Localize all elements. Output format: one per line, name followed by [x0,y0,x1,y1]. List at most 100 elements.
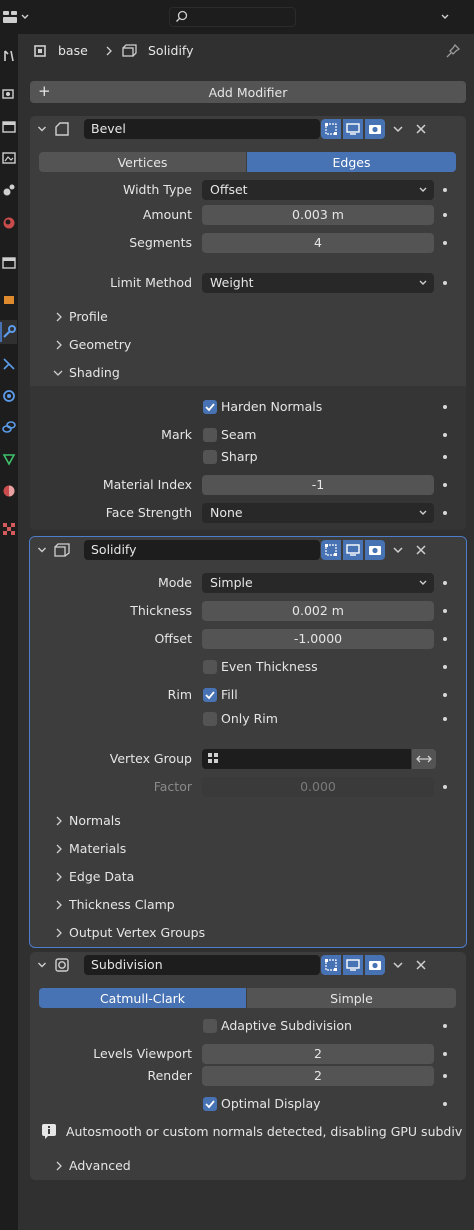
width-type-dropdown[interactable]: Offset [202,180,434,200]
expand-options-button[interactable] [440,10,454,24]
tab-render[interactable] [0,82,17,106]
keyframe-dot[interactable] [443,405,447,409]
keyframe-dot[interactable] [443,281,447,285]
keyframe-dot[interactable] [443,785,447,789]
levels-viewport-field[interactable]: 2 [202,1044,434,1064]
tab-constraints[interactable] [0,415,17,439]
subpanel-shading[interactable]: Shading [30,362,466,384]
collapse-chevron-icon[interactable] [37,124,47,134]
keyframe-dot[interactable] [443,455,447,459]
keyframe-dot[interactable] [443,581,447,585]
modifier-name-field[interactable]: Solidify [84,540,320,560]
keyframe-dot[interactable] [443,483,447,487]
offset-field[interactable]: -1.0000 [202,629,434,649]
keyframe-dot[interactable] [443,241,447,245]
tab-modifiers[interactable] [0,320,17,344]
sharp-checkbox[interactable] [203,450,217,464]
keyframe-dot[interactable] [443,188,447,192]
keyframe-dot[interactable] [443,1052,447,1056]
subpanel-geometry[interactable]: Geometry [30,334,466,356]
top-header [0,0,474,34]
modifier-name-field[interactable]: Bevel [84,119,320,139]
tab-texture[interactable] [0,517,17,541]
render-toggle[interactable] [365,119,385,139]
thickness-field[interactable]: 0.002 m [202,601,434,621]
viewport-display-toggle[interactable] [343,955,363,975]
limit-method-dropdown[interactable]: Weight [202,273,434,293]
tab-catmull-clark[interactable]: Catmull-Clark [39,988,246,1008]
seam-checkbox[interactable] [203,428,217,442]
keyframe-dot[interactable] [443,665,447,669]
factor-field[interactable]: 0.000 [202,777,434,797]
invert-vertex-group-button[interactable] [412,749,436,769]
close-icon[interactable] [415,123,427,135]
chevron-down-icon[interactable] [392,123,404,135]
collapse-chevron-icon[interactable] [37,545,47,555]
collapse-chevron-icon[interactable] [37,960,47,970]
keyframe-dot[interactable] [443,511,447,515]
tab-physics[interactable] [0,384,17,408]
subpanel-advanced[interactable]: Advanced [30,1155,466,1177]
chevron-down-icon[interactable] [392,959,404,971]
close-icon[interactable] [415,959,427,971]
tab-world[interactable] [0,211,17,235]
editor-type-selector[interactable] [2,7,32,27]
render-toggle[interactable] [365,540,385,560]
keyframe-dot[interactable] [443,609,447,613]
tab-simple[interactable]: Simple [247,988,456,1008]
amount-field[interactable]: 0.003 m [202,205,434,225]
close-icon[interactable] [415,544,427,556]
tab-scene[interactable] [0,178,17,202]
render-toggle[interactable] [365,955,385,975]
tab-collection[interactable] [0,251,17,275]
subpanel-normals[interactable]: Normals [30,810,466,832]
face-strength-dropdown[interactable]: None [202,503,434,523]
render-levels-field[interactable]: 2 [202,1066,434,1086]
adaptive-subdivision-checkbox[interactable] [203,1019,217,1033]
tab-vertices[interactable]: Vertices [39,152,246,172]
edit-mode-toggle[interactable] [321,955,341,975]
keyframe-dot[interactable] [443,717,447,721]
tab-output[interactable] [0,115,17,139]
subpanel-output-vertex-groups[interactable]: Output Vertex Groups [30,922,466,944]
even-thickness-checkbox[interactable] [203,660,217,674]
vertex-group-field[interactable] [202,749,411,769]
keyframe-dot[interactable] [443,213,447,217]
tab-material[interactable] [0,479,17,503]
modifier-name-field[interactable]: Subdivision [84,955,320,975]
search-input[interactable] [169,7,296,27]
add-modifier-button[interactable]: + Add Modifier [30,81,466,103]
subpanel-profile[interactable]: Profile [30,306,466,328]
subpanel-materials[interactable]: Materials [30,838,466,860]
edit-mode-toggle[interactable] [321,119,341,139]
keyframe-dot[interactable] [443,1102,447,1106]
chevron-down-icon[interactable] [392,544,404,556]
tab-data[interactable] [0,447,17,471]
fill-checkbox[interactable] [203,688,217,702]
harden-normals-checkbox[interactable] [203,400,217,414]
pin-icon[interactable] [446,44,460,58]
keyframe-dot[interactable] [443,693,447,697]
segments-field[interactable]: 4 [202,233,434,253]
tab-edges[interactable]: Edges [247,152,456,172]
tab-object[interactable] [0,288,17,312]
subpanel-label: Shading [69,365,120,380]
keyframe-dot[interactable] [443,637,447,641]
subpanel-edge-data[interactable]: Edge Data [30,866,466,888]
viewport-display-toggle[interactable] [343,119,363,139]
keyframe-dot[interactable] [443,1074,447,1078]
keyframe-dot[interactable] [443,433,447,437]
chevron-down-icon [441,14,449,19]
subpanel-thickness-clamp[interactable]: Thickness Clamp [30,894,466,916]
view-layer-icon [1,152,16,164]
viewport-display-toggle[interactable] [343,540,363,560]
tab-view-layer[interactable] [0,146,17,170]
material-index-field[interactable]: -1 [202,475,434,495]
edit-mode-toggle[interactable] [321,540,341,560]
optimal-display-checkbox[interactable] [203,1097,217,1111]
tab-tool[interactable] [0,44,17,68]
only-rim-checkbox[interactable] [203,712,217,726]
keyframe-dot[interactable] [443,1024,447,1028]
tab-particles[interactable] [0,352,17,376]
mode-dropdown[interactable]: Simple [202,573,434,593]
